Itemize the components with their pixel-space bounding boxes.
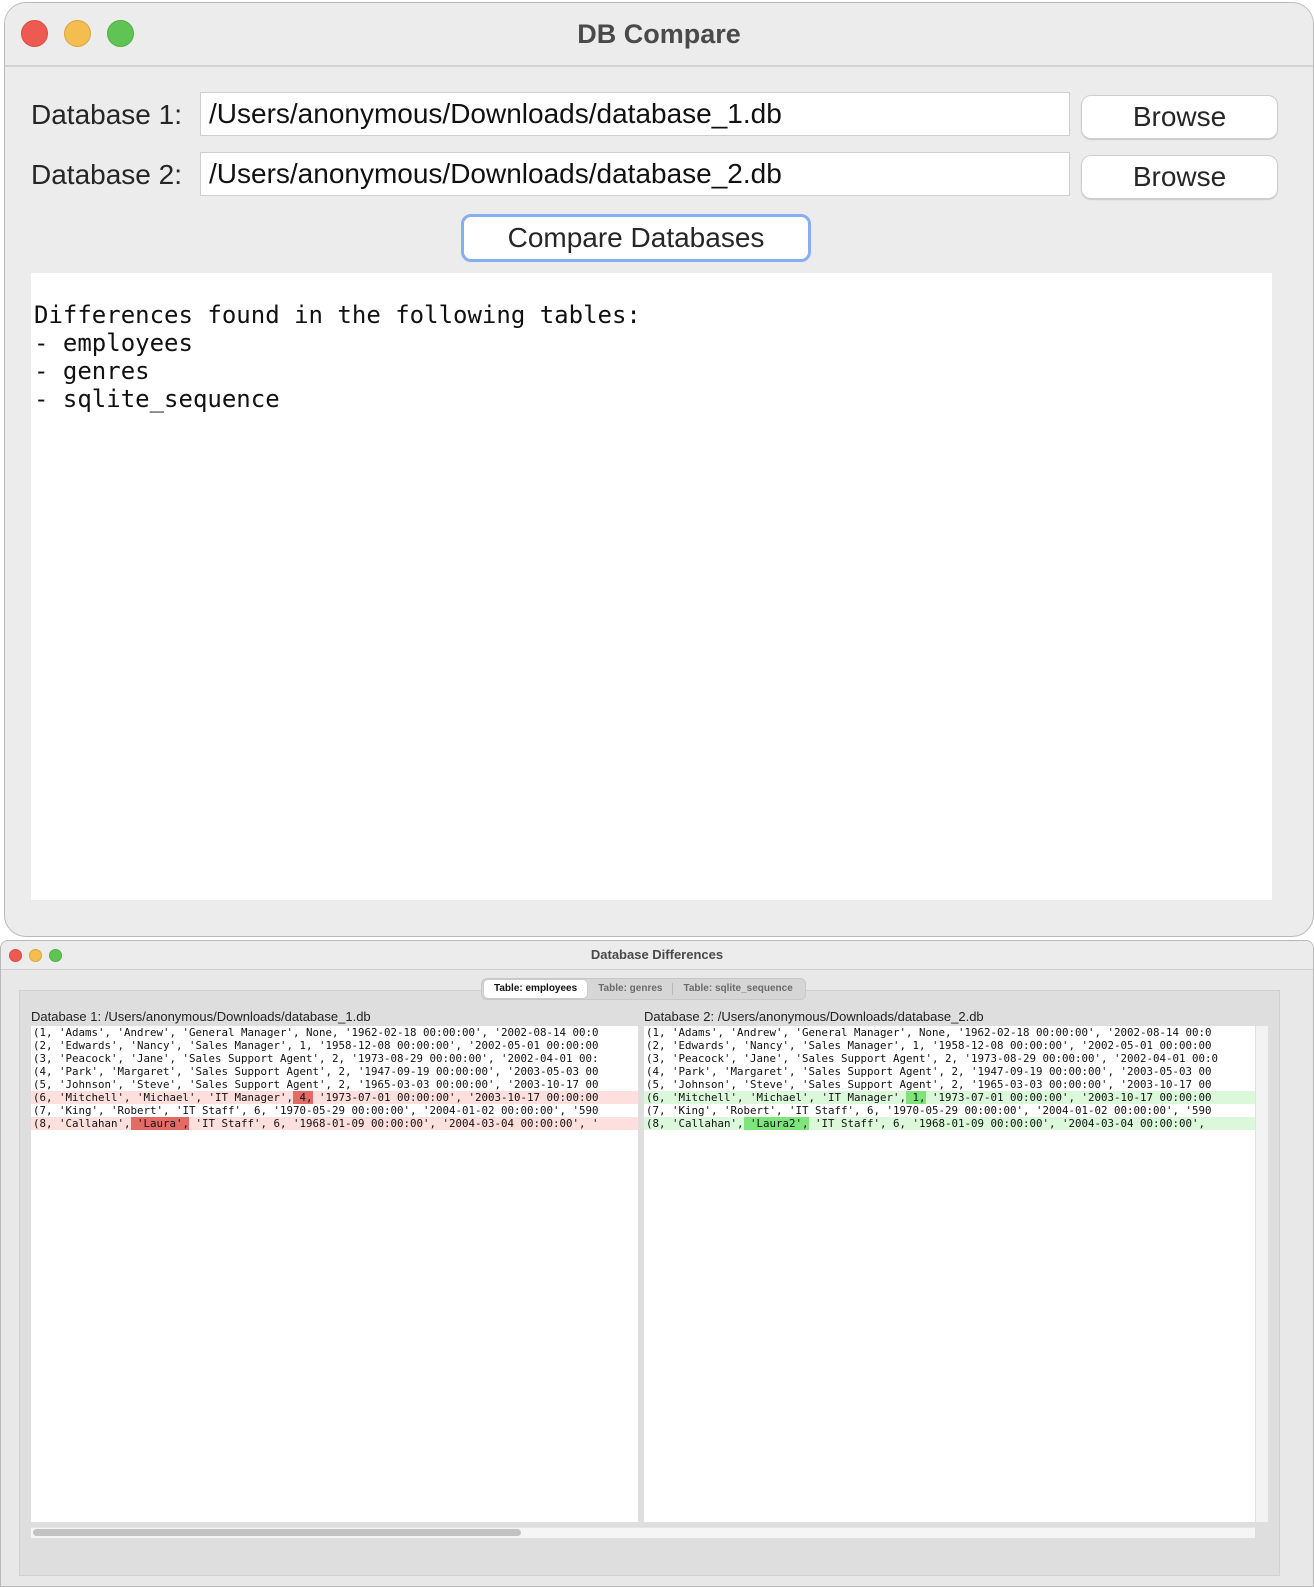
changed-value-highlight: 4, (293, 1091, 313, 1104)
title-bar: DB Compare (5, 3, 1313, 67)
database-2-path-input[interactable]: /Users/anonymous/Downloads/database_2.db (200, 152, 1070, 196)
table-row: (5, 'Johnson', 'Steve', 'Sales Support A… (644, 1078, 1255, 1091)
database-2-rows-pane[interactable]: (1, 'Adams', 'Andrew', 'General Manager'… (644, 1026, 1255, 1522)
row-text: (5, 'Johnson', 'Steve', 'Sales Support A… (646, 1078, 1212, 1091)
row-text: '1973-07-01 00:00:00', '2003-10-17 00:00… (312, 1091, 599, 1104)
row-text: (2, 'Edwards', 'Nancy', 'Sales Manager',… (33, 1039, 599, 1052)
results-text-area[interactable]: Differences found in the following table… (31, 273, 1272, 900)
database-1-pane-label: Database 1: /Users/anonymous/Downloads/d… (31, 1009, 371, 1024)
browse-database-2-button[interactable]: Browse (1081, 155, 1278, 199)
row-text: (3, 'Peacock', 'Jane', 'Sales Support Ag… (646, 1052, 1219, 1065)
changed-value-highlight: 'Laura', (130, 1117, 190, 1130)
changed-value-highlight: 'Laura2', (743, 1117, 809, 1130)
row-text: (7, 'King', 'Robert', 'IT Staff', 6, '19… (33, 1104, 599, 1117)
results-line: - employees (34, 329, 193, 357)
row-text: (6, 'Mitchell', 'Michael', 'IT Manager', (33, 1091, 294, 1104)
window-title: DB Compare (577, 19, 741, 49)
window-title: Database Differences (590, 947, 724, 962)
table-row: (7, 'King', 'Robert', 'IT Staff', 6, '19… (31, 1104, 638, 1117)
row-text: (1, 'Adams', 'Andrew', 'General Manager'… (33, 1026, 599, 1039)
table-row: (1, 'Adams', 'Andrew', 'General Manager'… (644, 1026, 1255, 1039)
compare-databases-button[interactable]: Compare Databases (461, 214, 811, 262)
results-line: Differences found in the following table… (34, 301, 641, 329)
database-1-label: Database 1: (31, 99, 182, 130)
vertical-scrollbar[interactable] (1255, 1026, 1268, 1522)
row-text: (6, 'Mitchell', 'Michael', 'IT Manager', (646, 1091, 907, 1104)
table-row: (2, 'Edwards', 'Nancy', 'Sales Manager',… (644, 1039, 1255, 1052)
tab-employees[interactable]: Table: employees (484, 980, 588, 998)
row-text: (7, 'King', 'Robert', 'IT Staff', 6, '19… (646, 1104, 1212, 1117)
table-row: (4, 'Park', 'Margaret', 'Sales Support A… (644, 1065, 1255, 1078)
tab-genres[interactable]: Table: genres (588, 980, 672, 998)
row-text: (8, 'Callahan', (646, 1117, 744, 1130)
row-text: (1, 'Adams', 'Andrew', 'General Manager'… (646, 1026, 1212, 1039)
table-row: (6, 'Mitchell', 'Michael', 'IT Manager',… (644, 1091, 1255, 1104)
row-text: (4, 'Park', 'Margaret', 'Sales Support A… (33, 1065, 599, 1078)
table-row: (1, 'Adams', 'Andrew', 'General Manager'… (31, 1026, 638, 1039)
table-row: (2, 'Edwards', 'Nancy', 'Sales Manager',… (31, 1039, 638, 1052)
database-2-label: Database 2: (31, 159, 182, 190)
row-text: (5, 'Johnson', 'Steve', 'Sales Support A… (33, 1078, 599, 1091)
database-differences-window: Database Differences Table: employees Ta… (0, 940, 1314, 1587)
results-line: - genres (34, 357, 150, 385)
row-text: (4, 'Park', 'Margaret', 'Sales Support A… (646, 1065, 1212, 1078)
table-row: (7, 'King', 'Robert', 'IT Staff', 6, '19… (644, 1104, 1255, 1117)
results-line: - sqlite_sequence (34, 385, 280, 413)
changed-value-highlight: 1, (906, 1091, 926, 1104)
table-row: (6, 'Mitchell', 'Michael', 'IT Manager',… (31, 1091, 638, 1104)
row-text: '1973-07-01 00:00:00', '2003-10-17 00:00… (925, 1091, 1212, 1104)
row-text: (8, 'Callahan', (33, 1117, 131, 1130)
horizontal-scrollbar-thumb[interactable] (33, 1529, 521, 1536)
table-row: (3, 'Peacock', 'Jane', 'Sales Support Ag… (31, 1052, 638, 1065)
table-tabs: Table: employees Table: genres Table: sq… (481, 978, 806, 1000)
browse-database-1-button[interactable]: Browse (1081, 95, 1278, 139)
table-row: (4, 'Park', 'Margaret', 'Sales Support A… (31, 1065, 638, 1078)
database-2-pane-label: Database 2: /Users/anonymous/Downloads/d… (644, 1009, 984, 1024)
tab-sqlite-sequence[interactable]: Table: sqlite_sequence (673, 980, 802, 998)
table-row: (5, 'Johnson', 'Steve', 'Sales Support A… (31, 1078, 638, 1091)
table-row: (8, 'Callahan', 'Laura2', 'IT Staff', 6,… (644, 1117, 1255, 1130)
table-row: (8, 'Callahan', 'Laura', 'IT Staff', 6, … (31, 1117, 638, 1130)
table-row: (3, 'Peacock', 'Jane', 'Sales Support Ag… (644, 1052, 1255, 1065)
database-1-path-input[interactable]: /Users/anonymous/Downloads/database_1.db (200, 92, 1070, 136)
title-bar: Database Differences (1, 941, 1313, 970)
row-text: (2, 'Edwards', 'Nancy', 'Sales Manager',… (646, 1039, 1212, 1052)
row-text: 'IT Staff', 6, '1968-01-09 00:00:00', '2… (808, 1117, 1206, 1130)
db-compare-window: DB Compare Database 1: /Users/anonymous/… (4, 2, 1314, 937)
database-1-rows-pane[interactable]: (1, 'Adams', 'Andrew', 'General Manager'… (31, 1026, 638, 1522)
row-text: (3, 'Peacock', 'Jane', 'Sales Support Ag… (33, 1052, 599, 1065)
row-text: 'IT Staff', 6, '1968-01-09 00:00:00', '2… (189, 1117, 599, 1130)
